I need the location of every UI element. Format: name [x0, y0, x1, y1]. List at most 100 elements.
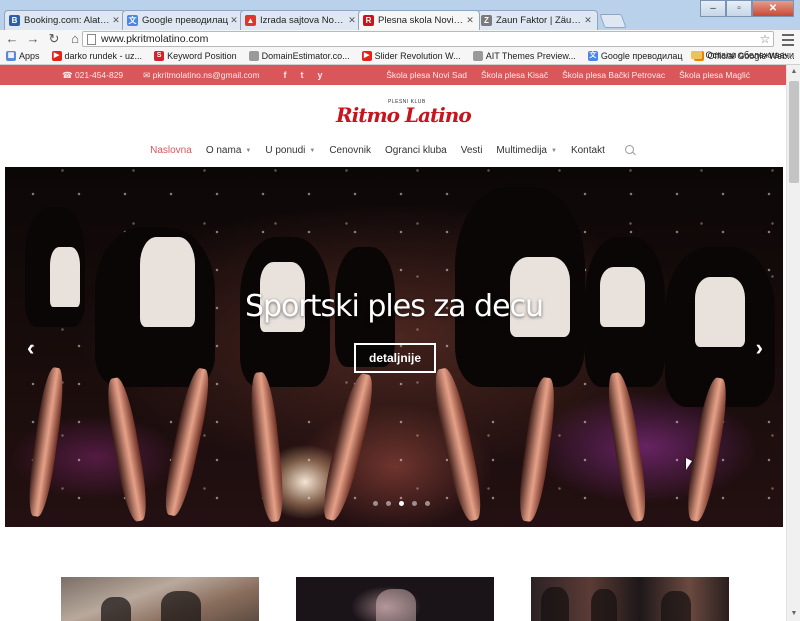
other-bookmarks[interactable]: Остали обележивачи: [690, 50, 794, 60]
scrollbar-thumb[interactable]: [789, 81, 799, 183]
nav-label: U ponudi: [265, 145, 306, 156]
translate-icon: 文: [587, 51, 598, 61]
dancer-silhouette: [376, 589, 416, 621]
bookmark-label: Google преводилац: [600, 51, 683, 61]
bookmark-label: Apps: [19, 51, 40, 61]
nav-label: Multimedija: [496, 145, 547, 156]
tab-strip: B Booking.com: Alatka za pr ✕ 文 Google п…: [4, 10, 627, 30]
tab-zaun-faktor[interactable]: Z Zaun Faktor | Zäune und T ✕: [476, 10, 598, 30]
maximize-icon[interactable]: ▫: [726, 0, 752, 17]
scroll-down-arrow-icon[interactable]: ▼: [787, 607, 800, 621]
page-icon: [248, 51, 259, 61]
nav-u-ponudi[interactable]: U ponudi ▼: [265, 145, 315, 156]
bookmark-item[interactable]: AIT Themes Preview...: [472, 51, 576, 61]
nav-ogranci-kluba[interactable]: Ogranci kluba: [385, 145, 447, 156]
slider-dot[interactable]: [386, 501, 391, 506]
scroll-up-arrow-icon[interactable]: ▲: [787, 65, 800, 79]
school-link-novi-sad[interactable]: Škola plesa Novi Sad: [386, 70, 467, 80]
address-bar[interactable]: www.pkritmolatino.com ☆: [82, 31, 774, 47]
tab-izrada-sajtova[interactable]: ▲ Izrada sajtova Novi Sad | Iz ✕: [240, 10, 362, 30]
page-scrollbar[interactable]: ▲ ▼: [786, 65, 800, 621]
forward-arrow-icon[interactable]: →: [24, 31, 42, 47]
search-icon: [624, 145, 636, 156]
nav-label: Ogranci kluba: [385, 145, 447, 156]
bookmark-label: AIT Themes Preview...: [485, 51, 576, 61]
nav-kontakt[interactable]: Kontakt: [571, 145, 605, 156]
close-icon[interactable]: ✕: [583, 15, 593, 26]
school-link-maglic[interactable]: Škola plesa Maglić: [679, 70, 750, 80]
dancer-silhouette: [661, 591, 691, 621]
apps-grid-icon: ▦: [6, 51, 16, 61]
folder-icon: [690, 51, 702, 59]
hero-title: Sportski ples za decu: [244, 289, 544, 324]
gallery-thumbnail[interactable]: [296, 577, 494, 621]
tab-plesna-skola[interactable]: R Plesna skola Novi Sad | Rit ✕: [358, 10, 480, 30]
minimize-icon[interactable]: –: [700, 0, 726, 17]
nav-multimedija[interactable]: Multimedija ▼: [496, 145, 557, 156]
bookmark-item[interactable]: DomainEstimator.co...: [248, 51, 350, 61]
youtube-icon[interactable]: y: [318, 70, 323, 80]
url-text[interactable]: www.pkritmolatino.com: [101, 33, 757, 45]
tab-booking[interactable]: B Booking.com: Alatka za pr ✕: [4, 10, 126, 30]
site-logo[interactable]: PLESNI KLUB Ritmo Latino: [334, 99, 472, 131]
nav-naslovna[interactable]: Naslovna: [150, 145, 192, 156]
reload-icon[interactable]: ↻: [45, 31, 63, 47]
slider-dot[interactable]: [425, 501, 430, 506]
nav-cenovnik[interactable]: Cenovnik: [329, 145, 371, 156]
close-icon[interactable]: ✕: [111, 15, 121, 26]
twitter-icon[interactable]: t: [301, 70, 304, 80]
gallery-thumbnail[interactable]: [531, 577, 729, 621]
chevron-down-icon: ▼: [245, 147, 252, 154]
phone-link[interactable]: ☎ 021-454-829: [62, 70, 133, 81]
fence-icon: Z: [481, 15, 492, 26]
site-topbar: ☎ 021-454-829 ✉ pkritmolatino.ns@gmail.c…: [0, 65, 786, 85]
browser-titlebar: B Booking.com: Alatka za pr ✕ 文 Google п…: [0, 0, 800, 30]
bookmark-item[interactable]: S Keyword Position: [154, 51, 237, 61]
close-icon[interactable]: ✕: [229, 15, 239, 26]
chevron-left-icon[interactable]: ‹: [27, 337, 34, 359]
slider-dot[interactable]: [412, 501, 417, 506]
search-button[interactable]: [619, 145, 636, 156]
bookmark-star-icon[interactable]: ☆: [757, 32, 773, 46]
nav-vesti[interactable]: Vesti: [461, 145, 483, 156]
tab-google-translate[interactable]: 文 Google преводилац ✕: [122, 10, 244, 30]
window-close-icon[interactable]: ✕: [752, 0, 794, 17]
nav-label: Vesti: [460, 145, 483, 156]
browser-toolbar: ← → ↻ ⌂ www.pkritmolatino.com ☆: [0, 30, 800, 48]
bookmark-label: darko rundek - uz...: [64, 51, 143, 61]
facebook-icon[interactable]: f: [284, 70, 287, 80]
nav-o-nama[interactable]: O nama ▼: [206, 145, 252, 156]
tab-title: Booking.com: Alatka za pr: [24, 15, 111, 26]
slider-pagination: [369, 501, 434, 506]
dancer-silhouette: [161, 591, 201, 621]
school-link-backi-petrovac[interactable]: Škola plesa Bački Petrovac: [562, 70, 665, 80]
school-links: Škola plesa Novi Sad Škola plesa Kisač Š…: [372, 70, 750, 80]
dancer-silhouette: [541, 587, 569, 621]
slider-dot[interactable]: [373, 501, 378, 506]
dancer-silhouette: [101, 597, 131, 621]
window-controls: – ▫ ✕: [700, 0, 794, 17]
close-icon[interactable]: ✕: [465, 15, 475, 26]
bookmark-item[interactable]: ▶ Slider Revolution W...: [361, 51, 461, 61]
school-link-kisac[interactable]: Škola plesa Kisač: [481, 70, 548, 80]
bookmark-item[interactable]: ▶ darko rundek - uz...: [51, 51, 143, 61]
chevron-down-icon: ▼: [551, 147, 557, 154]
tab-title: Google преводилац: [142, 15, 229, 26]
close-icon[interactable]: ✕: [347, 15, 357, 26]
hero-details-button[interactable]: detaljnije: [354, 343, 436, 373]
keyword-s-icon: S: [154, 51, 165, 61]
chevron-right-icon[interactable]: ›: [756, 337, 763, 359]
menu-hamburger-icon[interactable]: [781, 31, 795, 47]
gallery-thumbnail[interactable]: [61, 577, 259, 621]
new-tab-button[interactable]: [599, 14, 627, 28]
booking-icon: B: [9, 15, 20, 26]
contact-info: ☎ 021-454-829 ✉ pkritmolatino.ns@gmail.c…: [62, 70, 280, 81]
main-navigation: Naslovna O nama ▼ U ponudi ▼ Cenovnik Ogra…: [0, 145, 786, 156]
other-bookmarks-label: Остали обележивачи: [705, 50, 794, 60]
slider-dot[interactable]: [399, 501, 404, 506]
bookmark-label: DomainEstimator.co...: [261, 51, 350, 61]
email-link[interactable]: ✉ pkritmolatino.ns@gmail.com: [143, 70, 269, 81]
back-arrow-icon[interactable]: ←: [3, 31, 21, 47]
bookmark-apps[interactable]: ▦ Apps: [6, 51, 40, 61]
bookmark-item[interactable]: 文 Google преводилац: [587, 51, 683, 61]
